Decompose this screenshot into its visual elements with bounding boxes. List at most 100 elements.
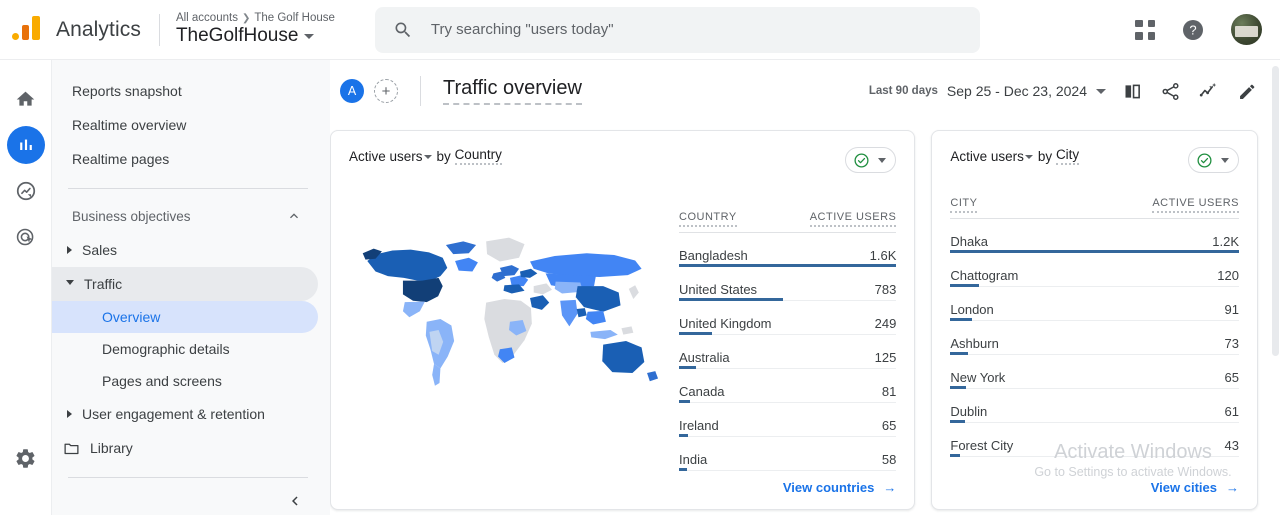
column-header-country[interactable]: COUNTRY — [679, 211, 792, 233]
help-circle-icon[interactable]: ? — [1181, 18, 1205, 42]
sidebar-item-overview[interactable]: Overview — [52, 301, 318, 333]
city-value: 43 — [1224, 437, 1239, 453]
city-card: Active users by City CITY ACTIVE USERS D… — [931, 130, 1258, 510]
table-row[interactable]: Ashburn 73 — [950, 321, 1239, 351]
sidebar-group-label: Business objectives — [72, 208, 191, 224]
main-content: A + Traffic overview Last 90 days Sep 25… — [330, 60, 1280, 515]
table-row-bar — [950, 385, 1239, 389]
account-name[interactable]: TheGolfHouse — [176, 25, 335, 47]
sidebar-group-business-objectives[interactable]: Business objectives — [52, 199, 318, 233]
dimension-link[interactable]: Country — [454, 147, 502, 165]
country-value: 1.6K — [869, 247, 897, 263]
search-bar[interactable] — [374, 6, 980, 53]
value-bar — [679, 399, 897, 403]
edit-button[interactable] — [1237, 81, 1258, 102]
comparison-badge[interactable]: A — [340, 79, 364, 103]
table-row[interactable]: Dublin 61 — [950, 389, 1239, 419]
country-name: Australia — [679, 349, 730, 365]
city-name: Forest City — [950, 437, 1014, 453]
view-countries-link[interactable]: View countries → — [783, 480, 897, 495]
rail-item-explore[interactable] — [7, 172, 45, 210]
world-map-chart[interactable] — [349, 189, 669, 429]
rail-item-reports[interactable] — [6, 126, 45, 164]
table-row[interactable]: Canada 81 — [679, 369, 896, 399]
city-value: 120 — [1217, 267, 1239, 283]
value-bar — [679, 433, 897, 437]
country-name: Canada — [679, 383, 725, 399]
value-bar — [950, 283, 1239, 287]
value-bar — [950, 249, 1239, 253]
table-row[interactable]: London 91 — [950, 287, 1239, 317]
column-header-city[interactable]: CITY — [950, 197, 1078, 219]
share-button[interactable] — [1160, 81, 1181, 102]
metric-selector-label[interactable]: Active users — [950, 149, 1024, 164]
chevron-down-icon — [1096, 88, 1106, 94]
vertical-scrollbar[interactable] — [1272, 66, 1279, 356]
column-header-active-users[interactable]: ACTIVE USERS — [791, 211, 897, 233]
sidebar-item-traffic[interactable]: Traffic — [52, 267, 318, 301]
sidebar-item-label: Traffic — [84, 276, 123, 292]
chevron-down-icon — [1221, 157, 1229, 163]
city-value: 65 — [1224, 369, 1239, 385]
city-value: 91 — [1224, 301, 1239, 317]
country-value: 249 — [874, 315, 897, 331]
rail-item-admin[interactable] — [7, 439, 45, 477]
sidebar-item-pages-and-screens[interactable]: Pages and screens — [52, 365, 318, 397]
city-name: Dublin — [950, 403, 988, 419]
dimension-link[interactable]: City — [1055, 147, 1080, 165]
divider — [68, 477, 308, 478]
table-row[interactable]: Ireland 65 — [679, 403, 896, 433]
city-table: CITY ACTIVE USERS Dhaka 1.2K Chattogram 120… — [950, 197, 1239, 457]
search-input[interactable] — [430, 21, 962, 38]
sidebar-item-library[interactable]: Library — [52, 431, 318, 465]
apps-grid-icon[interactable] — [1135, 19, 1155, 40]
insights-button[interactable] — [1198, 80, 1220, 102]
table-row[interactable]: Chattogram 120 — [950, 253, 1239, 283]
rail-item-advertising[interactable] — [7, 218, 45, 256]
city-card-status-chip[interactable] — [1188, 147, 1239, 173]
rail-item-home[interactable] — [7, 80, 45, 118]
country-card-status-chip[interactable] — [845, 147, 897, 173]
brand-name: Analytics — [56, 17, 141, 41]
table-row[interactable]: United Kingdom 249 — [679, 301, 896, 331]
top-bar: Analytics All accounts ❯ The Golf House … — [0, 0, 1280, 60]
sidebar-collapse-button[interactable] — [52, 492, 330, 510]
city-table-wrapper: CITY ACTIVE USERS Dhaka 1.2K Chattogram 120… — [950, 197, 1239, 457]
page-header-actions: Last 90 days Sep 25 - Dec 23, 2024 — [869, 80, 1258, 102]
sidebar-item-realtime-pages[interactable]: Realtime pages — [52, 142, 318, 176]
country-value: 58 — [881, 451, 897, 467]
sidebar-item-sales[interactable]: Sales — [52, 233, 318, 267]
compare-button[interactable] — [1122, 81, 1143, 102]
value-bar — [679, 467, 897, 471]
avatar[interactable] — [1231, 14, 1262, 45]
date-range-picker[interactable]: Last 90 days Sep 25 - Dec 23, 2024 — [869, 83, 1106, 99]
sidebar-item-user-engagement-retention[interactable]: User engagement & retention — [52, 397, 318, 431]
table-row[interactable]: United States 783 — [679, 267, 896, 297]
table-row[interactable]: India 58 — [679, 437, 896, 467]
city-value: 73 — [1224, 335, 1239, 351]
table-row[interactable]: Bangladesh 1.6K — [679, 233, 896, 263]
view-cities-link[interactable]: View cities → — [1151, 480, 1239, 495]
page-header: A + Traffic overview Last 90 days Sep 25… — [330, 60, 1280, 122]
breadcrumb: All accounts ❯ The Golf House — [176, 12, 335, 24]
sidebar-item-reports-snapshot[interactable]: Reports snapshot — [52, 74, 318, 108]
divider — [68, 188, 308, 189]
table-row[interactable]: Australia 125 — [679, 335, 896, 365]
table-row-bar — [679, 433, 897, 437]
home-icon — [16, 91, 35, 106]
country-table: COUNTRY ACTIVE USERS Bangladesh 1.6K Unite… — [679, 211, 897, 471]
add-comparison-button[interactable]: + — [374, 79, 398, 103]
table-row[interactable]: New York 65 — [950, 355, 1239, 385]
sidebar-item-realtime-overview[interactable]: Realtime overview — [52, 108, 318, 142]
by-label: by — [436, 148, 451, 164]
sidebar-item-demographic-details[interactable]: Demographic details — [52, 333, 318, 365]
city-value: 1.2K — [1212, 233, 1239, 249]
sidebar-item-label: Library — [90, 440, 133, 456]
column-header-active-users[interactable]: ACTIVE USERS — [1077, 197, 1239, 219]
table-row[interactable]: Dhaka 1.2K — [950, 219, 1239, 249]
metric-selector-label[interactable]: Active users — [349, 149, 423, 164]
table-row-bar — [950, 351, 1239, 355]
account-selector[interactable]: All accounts ❯ The Golf House TheGolfHou… — [176, 12, 335, 47]
country-card-body: COUNTRY ACTIVE USERS Bangladesh 1.6K Unite… — [349, 189, 897, 471]
table-row[interactable]: Forest City 43 — [950, 423, 1239, 453]
